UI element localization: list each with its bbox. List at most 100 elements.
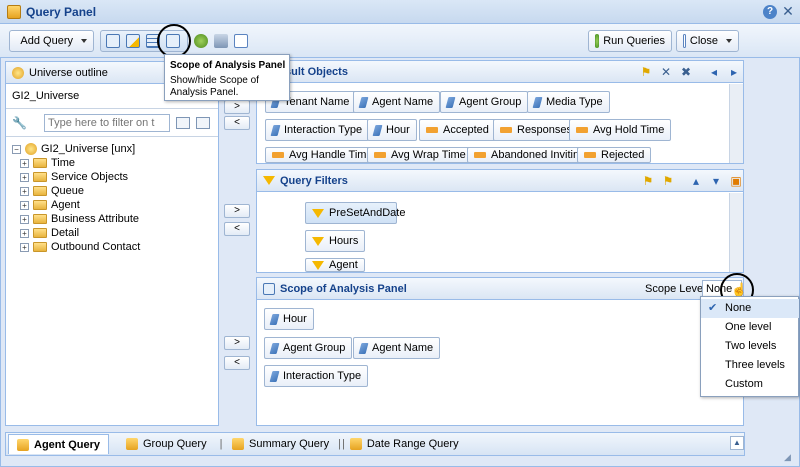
expand-icon[interactable]: + — [20, 200, 29, 210]
move-down-icon[interactable]: ▾ — [709, 174, 723, 188]
tree-item-time[interactable]: + Time — [20, 156, 75, 170]
result-object-chip[interactable]: Abandoned Inviting — [467, 147, 593, 163]
outline-divider — [6, 136, 218, 137]
tree-item-detail[interactable]: + Detail — [20, 226, 79, 240]
filter-chip[interactable]: PreSetAndDate — [305, 202, 405, 224]
tab-summary-query[interactable]: Summary Query | — [232, 434, 345, 454]
dimension-icon — [372, 124, 383, 136]
expand-icon[interactable]: + — [20, 242, 29, 252]
resize-grip-icon[interactable]: ◢ — [784, 452, 796, 464]
remove-scope-object-button[interactable]: < — [224, 356, 250, 370]
remove-all-filters-icon[interactable]: ⚑ — [661, 174, 675, 188]
tab-separator: | — [338, 438, 341, 450]
add-filter-icon[interactable]: ⚑ — [639, 65, 653, 79]
tree-item-outbound-contact[interactable]: + Outbound Contact — [20, 240, 140, 254]
expand-icon[interactable]: + — [20, 158, 29, 168]
result-object-chip[interactable]: Rejected — [577, 147, 652, 163]
remove-icon[interactable]: ✕ — [659, 65, 673, 79]
query-filters-scrollbar[interactable] — [729, 193, 743, 272]
add-result-object-button[interactable]: > — [224, 100, 250, 114]
tab-date-range-query[interactable]: | Date Range Query — [338, 434, 459, 454]
tree-item-business-attribute[interactable]: + Business Attribute — [20, 212, 139, 226]
add-query-button[interactable]: Add Query — [9, 30, 94, 52]
wrench-icon[interactable]: 🔧 — [12, 116, 28, 130]
universe-outline-title: Universe outline — [29, 66, 108, 79]
expand-icon[interactable]: + — [20, 186, 29, 196]
close-icon[interactable]: ✕ — [781, 4, 795, 18]
filter-icon — [312, 260, 324, 270]
expand-all-icon[interactable] — [176, 117, 190, 129]
arrow-right-icon[interactable]: ▸ — [727, 65, 741, 79]
result-object-chip[interactable]: Avg Handle Time — [265, 147, 380, 163]
tree-root[interactable]: − GI2_Universe [unx] — [12, 142, 135, 156]
scope-of-analysis-panel: Scope of Analysis Panel Scope Level: Non… — [256, 273, 754, 426]
remove-filter-button[interactable]: < — [224, 222, 250, 236]
properties-icon[interactable] — [194, 34, 208, 48]
result-objects-scrollbar[interactable] — [729, 84, 743, 163]
scope-object-chip[interactable]: Interaction Type — [264, 365, 369, 387]
result-object-chip[interactable]: Avg Wrap Time — [367, 147, 473, 163]
tab-group-query[interactable]: Group Query | — [126, 434, 222, 454]
filter-icon — [263, 176, 275, 185]
scope-level-label: Scope Level: — [645, 283, 709, 295]
help-icon[interactable]: ? — [763, 5, 777, 19]
tab-label: Date Range Query — [366, 438, 459, 450]
result-object-chip[interactable]: Responses — [493, 119, 580, 141]
remove-filter-icon[interactable]: ⚑ — [641, 174, 655, 188]
tab-agent-query[interactable]: Agent Query — [8, 434, 110, 454]
outline-filter-input[interactable] — [44, 114, 170, 132]
expand-icon[interactable]: + — [20, 228, 29, 238]
move-up-icon[interactable]: ▴ — [689, 174, 703, 188]
result-object-chip[interactable]: Agent Name — [353, 91, 441, 113]
result-object-chip[interactable]: Avg Hold Time — [569, 119, 672, 141]
collapse-all-icon[interactable] — [196, 117, 210, 129]
result-objects-toggle-icon[interactable] — [106, 34, 120, 48]
filter-chip[interactable]: Agent — [305, 258, 365, 272]
collapse-panel-icon[interactable]: ▣ — [729, 174, 743, 188]
folder-icon — [33, 158, 47, 168]
tree-item-service-objects[interactable]: + Service Objects — [20, 170, 128, 184]
collapse-icon[interactable]: − — [12, 144, 21, 154]
tree-item-queue[interactable]: + Queue — [20, 184, 84, 198]
chip-label: PreSetAndDate — [329, 207, 406, 219]
scope-option-custom[interactable]: Custom — [701, 375, 799, 394]
document-icon[interactable] — [234, 34, 248, 48]
expand-icon[interactable]: + — [20, 172, 29, 182]
dimension-icon — [270, 124, 281, 136]
add-scope-object-button[interactable]: > — [224, 336, 250, 350]
sql-icon[interactable] — [214, 34, 228, 48]
dimension-icon — [269, 342, 280, 354]
tree-item-agent[interactable]: + Agent — [20, 198, 80, 212]
universe-outline-panel: Universe outline GI2_Universe 🔧 − GI2_Un… — [5, 61, 219, 426]
tab-scroll-up-icon[interactable]: ▲ — [730, 436, 744, 450]
scope-object-chip[interactable]: Agent Group — [264, 337, 353, 359]
remove-result-object-button[interactable]: < — [224, 116, 250, 130]
result-object-chip[interactable]: Hour — [367, 119, 417, 141]
chip-label: Media Type — [546, 96, 603, 108]
expand-icon[interactable]: + — [20, 214, 29, 224]
scope-option-two-levels[interactable]: Two levels — [701, 337, 799, 356]
chevron-down-icon — [81, 39, 87, 43]
universe-icon — [12, 66, 24, 79]
result-object-chip[interactable]: Interaction Type — [265, 119, 370, 141]
dimension-icon — [358, 96, 369, 108]
scope-object-chip[interactable]: Hour — [264, 308, 314, 330]
scope-option-three-levels[interactable]: Three levels — [701, 356, 799, 375]
result-object-chip[interactable]: Agent Group — [440, 91, 529, 113]
result-object-chip[interactable]: Accepted — [419, 119, 496, 141]
query-filters-toggle-icon[interactable] — [126, 34, 140, 48]
scope-object-chip[interactable]: Agent Name — [353, 337, 441, 359]
filter-chip[interactable]: Hours — [305, 230, 366, 252]
result-object-chip[interactable]: Media Type — [527, 91, 610, 113]
chip-label: Hours — [329, 235, 359, 247]
tree-root-label: GI2_Universe [unx] — [41, 143, 136, 155]
result-objects-panel: sult Objects ⚑ ✕ ✖ ◂ ▸ Tenant Name Agent… — [256, 60, 744, 164]
run-queries-button[interactable]: Run Queries — [588, 30, 672, 52]
close-button[interactable]: Close — [676, 30, 739, 52]
chip-label: Hour — [283, 313, 307, 325]
add-filter-button[interactable]: > — [224, 204, 250, 218]
arrow-left-icon[interactable]: ◂ — [707, 65, 721, 79]
scope-option-none[interactable]: ✔ None — [701, 299, 799, 318]
scope-option-one-level[interactable]: One level — [701, 318, 799, 337]
remove-all-icon[interactable]: ✖ — [679, 65, 693, 79]
